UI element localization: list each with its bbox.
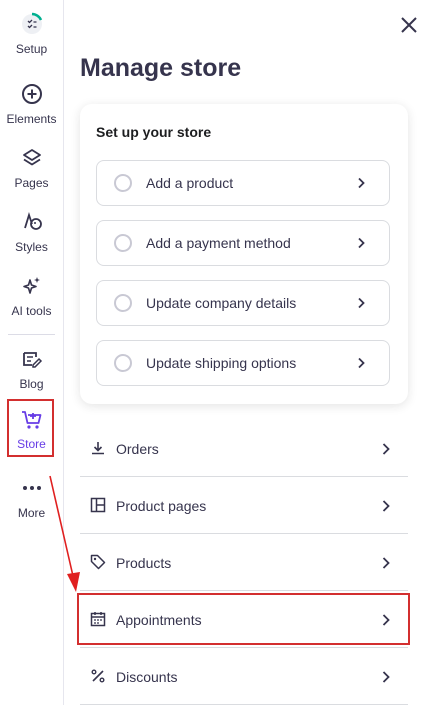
task-add-payment-method[interactable]: Add a payment method xyxy=(96,220,390,266)
task-status-radio xyxy=(114,354,132,372)
chevron-right-icon xyxy=(382,443,390,455)
task-label: Update shipping options xyxy=(146,355,297,371)
menu-item-label: Orders xyxy=(116,441,159,457)
task-status-radio xyxy=(114,234,132,252)
chevron-right-icon xyxy=(358,237,365,249)
layout-icon xyxy=(90,497,106,513)
task-update-company-details[interactable]: Update company details xyxy=(96,280,390,326)
sidebar-divider xyxy=(8,334,55,335)
menu-item-label: Product pages xyxy=(116,498,207,514)
sidebar-item-setup[interactable]: Setup xyxy=(0,12,63,56)
setup-progress-icon xyxy=(21,12,42,34)
page-title: Manage store xyxy=(80,54,242,82)
edit-icon xyxy=(22,352,42,368)
setup-card-title: Set up your store xyxy=(96,124,212,140)
setup-store-card: Set up your store Add a product Add a pa… xyxy=(80,104,408,404)
appointments-highlight-box xyxy=(77,593,410,645)
sidebar-item-styles[interactable]: Styles xyxy=(0,210,63,254)
left-sidebar: Setup Elements Pages Styles AI tools Blo… xyxy=(0,0,64,705)
tag-icon xyxy=(90,554,106,570)
sidebar-item-blog[interactable]: Blog xyxy=(0,347,63,391)
task-label: Add a product xyxy=(146,175,234,191)
task-label: Add a payment method xyxy=(146,235,291,251)
task-add-product[interactable]: Add a product xyxy=(96,160,390,206)
close-icon[interactable] xyxy=(398,14,420,36)
menu-item-discounts[interactable]: Discounts xyxy=(80,649,408,705)
percent-icon xyxy=(91,669,105,683)
menu-item-label: Discounts xyxy=(116,669,178,685)
sidebar-item-label: AI tools xyxy=(11,304,52,318)
task-status-radio xyxy=(114,294,132,312)
menu-item-orders[interactable]: Orders xyxy=(80,421,408,477)
sidebar-item-label: More xyxy=(17,506,46,520)
sidebar-item-label: Pages xyxy=(14,176,49,190)
chevron-right-icon xyxy=(358,357,365,369)
menu-item-label: Products xyxy=(116,555,172,571)
download-icon xyxy=(92,442,104,455)
sidebar-item-ai-tools[interactable]: AI tools xyxy=(0,274,63,318)
sidebar-item-label: Setup xyxy=(15,42,48,56)
palette-icon xyxy=(23,212,42,230)
chevron-right-icon xyxy=(382,500,390,512)
chevron-right-icon xyxy=(358,177,365,189)
sidebar-item-label: Elements xyxy=(6,112,57,126)
sparkles-icon xyxy=(22,277,40,294)
task-label: Update company details xyxy=(146,295,297,311)
sidebar-item-more[interactable]: More xyxy=(0,476,63,520)
more-dots-icon xyxy=(22,486,41,490)
plus-circle-icon xyxy=(21,84,42,104)
task-update-shipping-options[interactable]: Update shipping options xyxy=(96,340,390,386)
sidebar-item-label: Blog xyxy=(19,377,44,391)
sidebar-item-elements[interactable]: Elements xyxy=(0,82,63,126)
menu-item-product-pages[interactable]: Product pages xyxy=(80,478,408,534)
layers-icon xyxy=(22,149,41,166)
chevron-right-icon xyxy=(358,297,365,309)
menu-item-products[interactable]: Products xyxy=(80,535,408,591)
sidebar-item-pages[interactable]: Pages xyxy=(0,146,63,190)
chevron-right-icon xyxy=(382,557,390,569)
sidebar-item-label: Styles xyxy=(15,240,48,254)
store-highlight-box xyxy=(7,399,54,457)
chevron-right-icon xyxy=(382,671,390,683)
task-status-radio xyxy=(114,174,132,192)
